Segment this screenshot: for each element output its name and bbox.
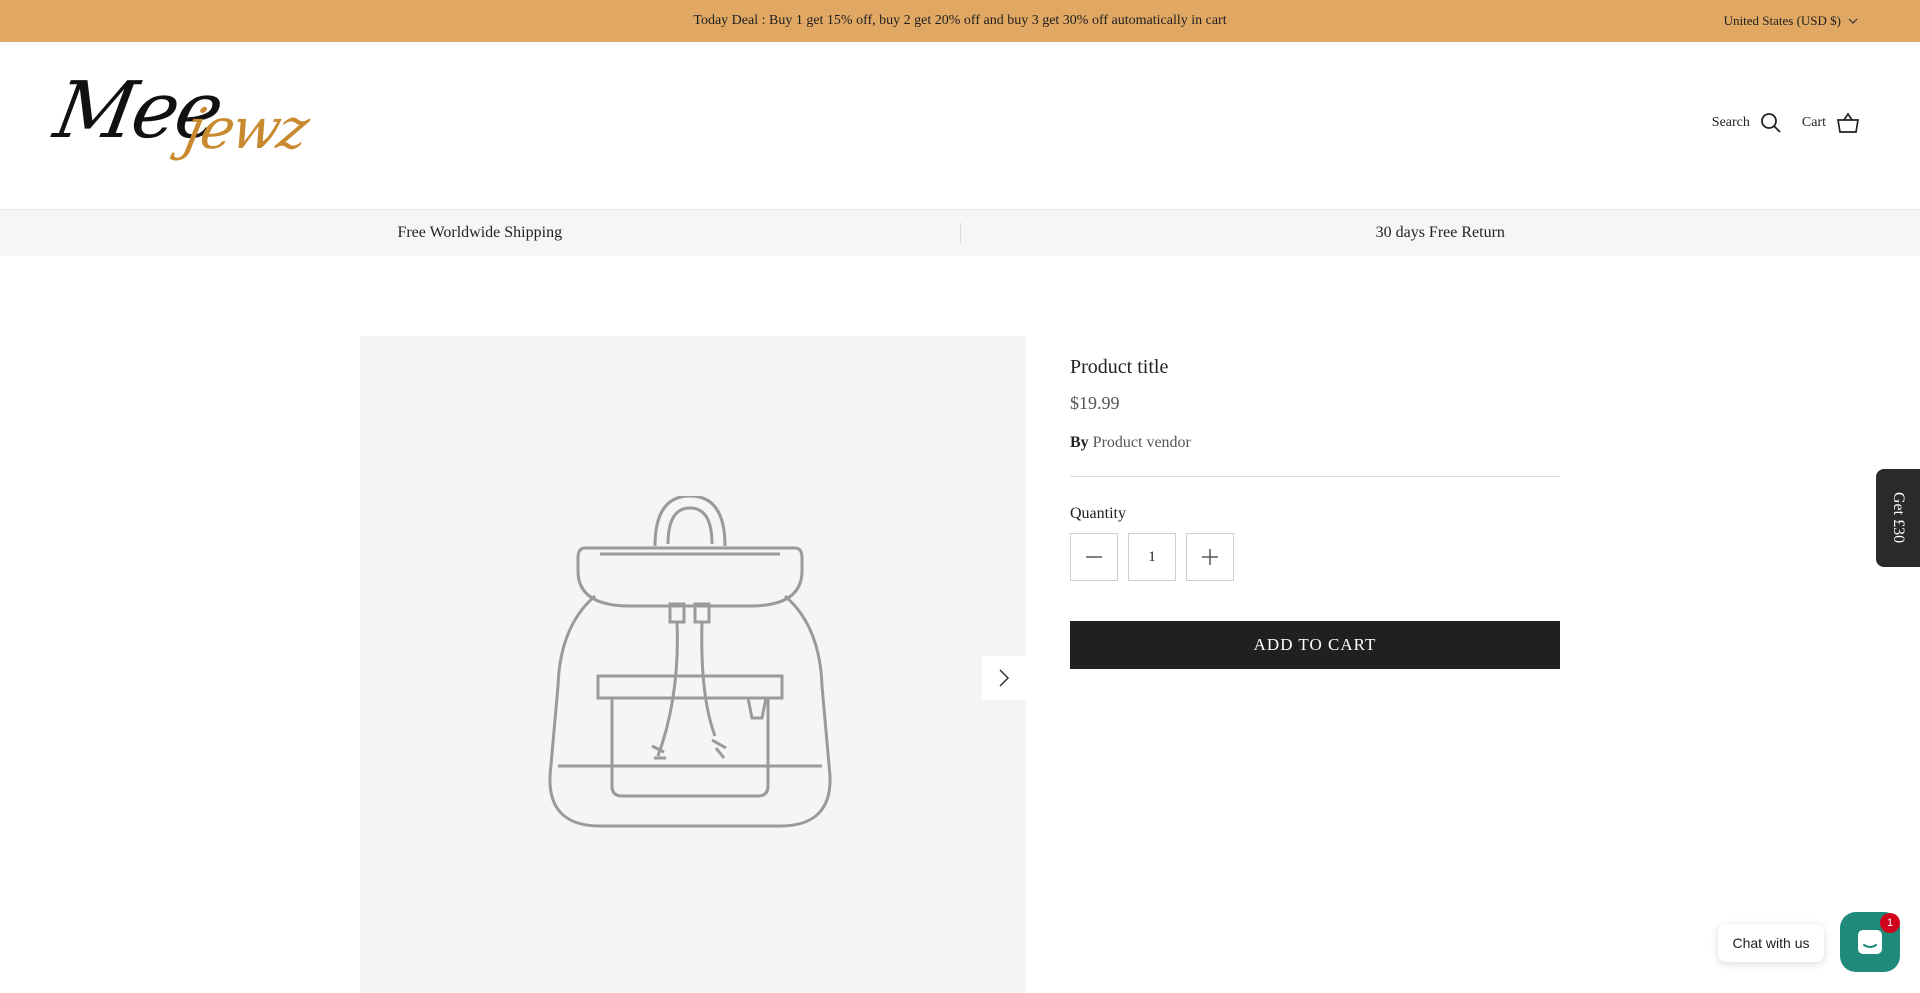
announcement-text: Today Deal : Buy 1 get 15% off, buy 2 ge… xyxy=(693,13,1227,28)
quantity-stepper xyxy=(1070,533,1560,581)
add-to-cart-button[interactable]: ADD TO CART xyxy=(1070,621,1560,669)
store-logo[interactable]: Mee jewz xyxy=(48,66,313,192)
usp-bar: Free Worldwide Shipping 30 days Free Ret… xyxy=(0,210,1920,256)
product-vendor: By Product vendor xyxy=(1070,434,1560,452)
site-header: Mee jewz Search Cart xyxy=(0,42,1920,210)
chat-unread-badge: 1 xyxy=(1880,913,1900,933)
search-label: Search xyxy=(1711,115,1750,130)
cart-link[interactable]: Cart xyxy=(1802,112,1860,134)
quantity-label: Quantity xyxy=(1070,505,1126,522)
cart-label: Cart xyxy=(1801,115,1826,130)
usp-shipping: Free Worldwide Shipping xyxy=(397,224,563,241)
product-price: $19.99 xyxy=(1070,393,1120,413)
chat-label[interactable]: Chat with us xyxy=(1718,924,1824,962)
product-info: Product title $19.99 By Product vendor Q… xyxy=(1070,350,1560,669)
vendor-link[interactable]: Product vendor xyxy=(1093,434,1191,451)
currency-selector[interactable]: United States (USD $) xyxy=(1724,0,1858,42)
product-gallery xyxy=(360,336,1026,993)
divider xyxy=(1070,476,1560,477)
chevron-down-icon xyxy=(1848,18,1858,24)
quantity-input[interactable] xyxy=(1128,533,1176,581)
plus-icon xyxy=(1202,549,1218,565)
logo-text-accent: jewz xyxy=(179,97,313,162)
minus-icon xyxy=(1086,556,1102,558)
announcement-bar: Today Deal : Buy 1 get 15% off, buy 2 ge… xyxy=(0,0,1920,42)
side-tab-label: Get £30 xyxy=(1890,492,1907,544)
currency-label: United States (USD $) xyxy=(1723,13,1841,28)
backpack-placeholder-image xyxy=(548,496,832,828)
header-actions: Search Cart xyxy=(1712,112,1860,134)
gallery-next-button[interactable] xyxy=(982,656,1026,700)
vendor-prefix: By xyxy=(1070,434,1089,451)
chat-icon xyxy=(1858,930,1882,954)
search-link[interactable]: Search xyxy=(1712,112,1782,134)
quantity-decrease-button[interactable] xyxy=(1070,533,1118,581)
product-title: Product title xyxy=(1070,356,1169,378)
basket-icon xyxy=(1836,112,1860,133)
usp-returns: 30 days Free Return xyxy=(1375,224,1505,241)
search-icon xyxy=(1760,113,1781,133)
chevron-right-icon xyxy=(999,669,1010,687)
quantity-increase-button[interactable] xyxy=(1186,533,1234,581)
rewards-side-tab[interactable]: Get £30 xyxy=(1876,469,1920,567)
